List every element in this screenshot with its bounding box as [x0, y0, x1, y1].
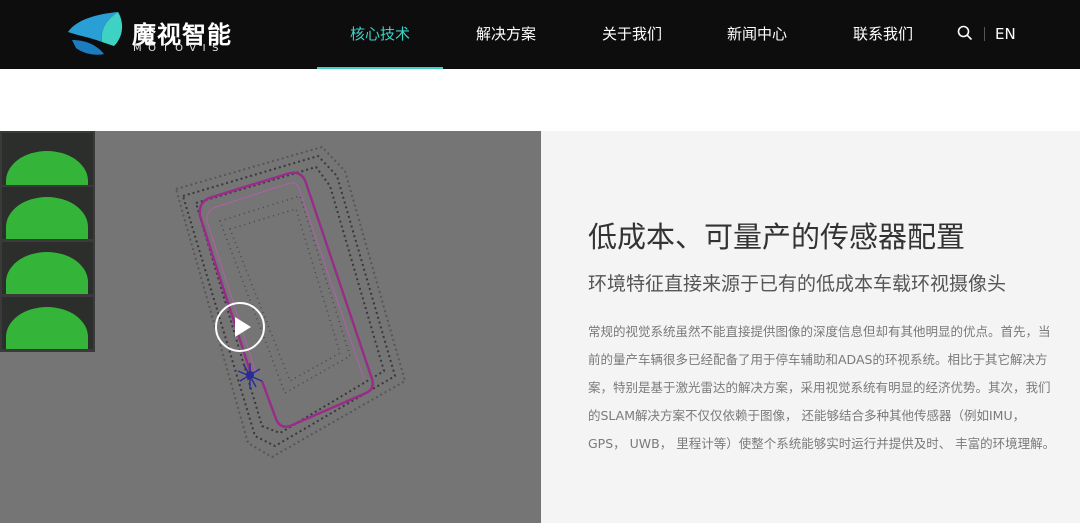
feature-text-panel: 低成本、可量产的传感器配置 环境特征直接来源于已有的低成本车载环视摄像头 常规的…: [541, 131, 1080, 523]
language-switch[interactable]: EN: [995, 0, 1016, 69]
camera-thumbnail-strip: [0, 131, 95, 352]
feature-body-line: 前的量产车辆很多已经配备了用于停车辅助和ADAS的环视系统。相比于其它解决方: [588, 352, 1048, 367]
nav-item-contact[interactable]: 联系我们: [819, 0, 947, 69]
feature-subtitle: 环境特征直接来源于已有的低成本车载环视摄像头: [588, 273, 1007, 295]
camera-view-thumbnail: [2, 297, 93, 349]
feature-body-line: 常规的视觉系统虽然不能直接提供图像的深度信息但却有其他明显的优点。首先，当: [588, 324, 1051, 339]
feature-body-line: 案，特别是基于激光雷达的解决方案，采用视觉系统有明显的经济优势。其次，我们: [588, 380, 1051, 395]
slam-video-player[interactable]: [0, 131, 541, 523]
camera-view-thumbnail: [2, 187, 93, 239]
nav-item-news[interactable]: 新闻中心: [695, 0, 819, 69]
nav-item-about-us[interactable]: 关于我们: [569, 0, 695, 69]
feature-body-line: GPS， UWB， 里程计等）使整个系统能够实时运行并提供及时、 丰富的环境理解…: [588, 436, 1056, 451]
play-icon: [235, 317, 251, 337]
camera-view-thumbnail: [2, 242, 93, 294]
top-nav-bar: 魔视智能 MOTOVIS 核心技术 解决方案 关于我们 新闻中心 联系我们 EN: [0, 0, 1080, 69]
search-icon[interactable]: [957, 25, 973, 41]
nav-divider: [984, 27, 985, 41]
camera-view-thumbnail: [2, 133, 93, 185]
feature-body-line: 的SLAM解决方案不仅仅依赖于图像， 还能够结合多种其他传感器（例如IMU，: [588, 408, 1026, 423]
nav-item-solutions[interactable]: 解决方案: [443, 0, 569, 69]
play-button[interactable]: [215, 302, 265, 352]
feature-title: 低成本、可量产的传感器配置: [588, 220, 966, 254]
brand-name-en: MOTOVIS: [133, 43, 225, 54]
nav-item-core-tech[interactable]: 核心技术: [317, 0, 443, 69]
active-nav-indicator: [317, 67, 443, 69]
motovis-logo-icon: [68, 12, 123, 55]
brand-logo[interactable]: 魔视智能 MOTOVIS: [66, 10, 246, 58]
